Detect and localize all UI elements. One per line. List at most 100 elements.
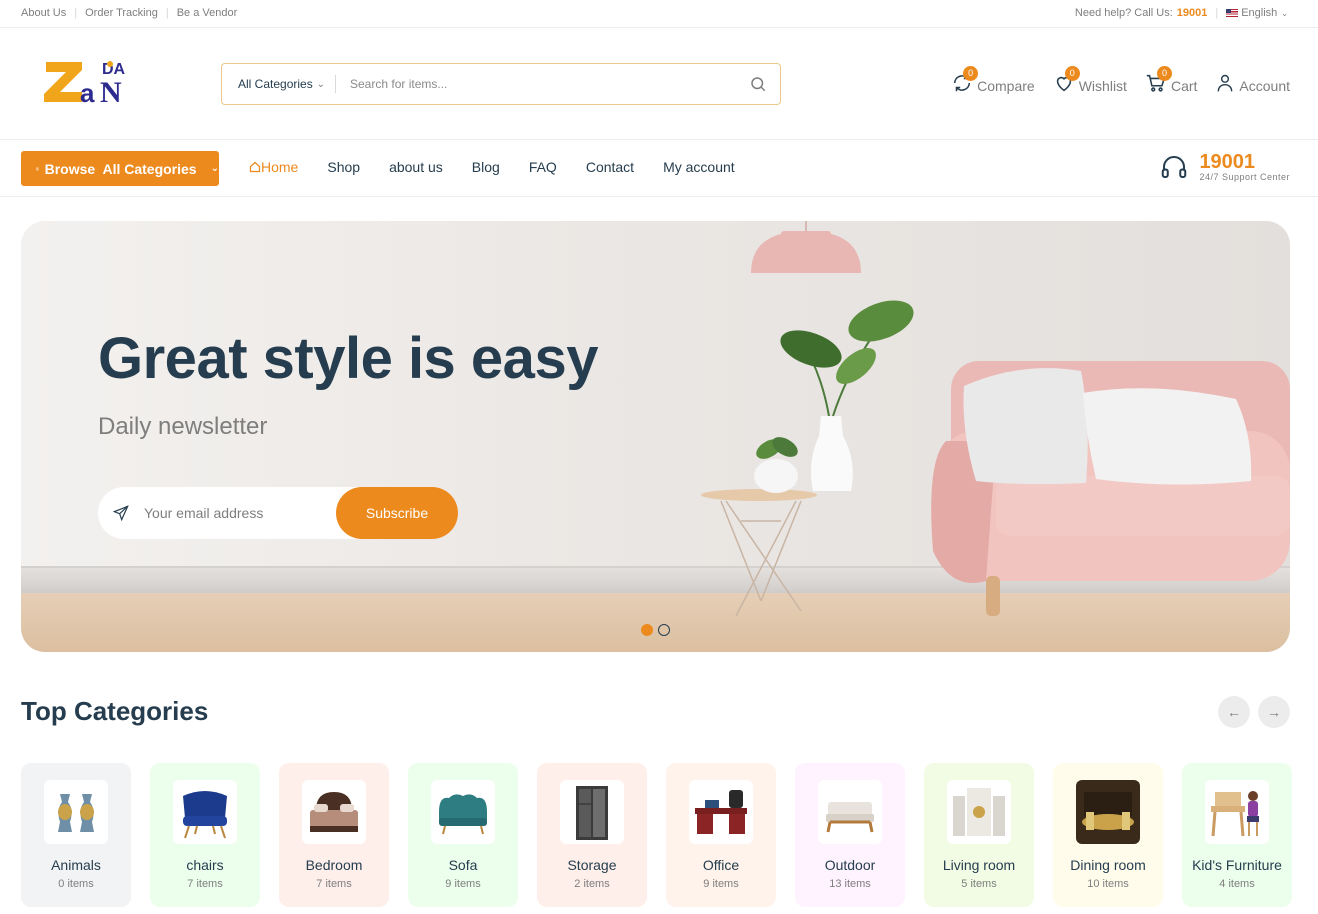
- hero-title: Great style is easy: [98, 326, 598, 391]
- slide-dot-1[interactable]: [641, 624, 653, 636]
- category-card[interactable]: chairs 7 items: [150, 763, 260, 907]
- search-bar: All Categories ⌄: [221, 63, 781, 105]
- search-category-label: All Categories: [238, 77, 313, 91]
- top-links: About Us | Order Tracking | Be a Vendor: [21, 7, 238, 19]
- nav-item-about-us[interactable]: about us: [389, 159, 443, 175]
- category-image: [947, 780, 1011, 844]
- language-selector[interactable]: English: [1241, 7, 1277, 19]
- home-icon: [249, 161, 261, 173]
- category-image: [818, 780, 882, 844]
- search-input[interactable]: [336, 64, 736, 104]
- category-image: [431, 780, 495, 844]
- nav-item-blog[interactable]: Blog: [472, 159, 500, 175]
- category-count: 7 items: [316, 878, 352, 890]
- compare-button[interactable]: 0 Compare: [951, 66, 1035, 94]
- category-name: Kid's Furniture: [1192, 857, 1282, 873]
- cart-button[interactable]: 0 Cart: [1145, 66, 1197, 94]
- search-icon: [751, 77, 766, 92]
- help-text: Need help? Call Us:: [1074, 7, 1173, 19]
- logo[interactable]: a N DA: [44, 58, 144, 108]
- category-image: [44, 780, 108, 844]
- subscribe-button[interactable]: Subscribe: [336, 487, 458, 539]
- category-count: 2 items: [574, 878, 610, 890]
- category-count: 4 items: [1219, 878, 1255, 890]
- category-card[interactable]: Kid's Furniture 4 items: [1182, 763, 1292, 907]
- category-card[interactable]: Storage 2 items: [537, 763, 647, 907]
- next-arrow-button[interactable]: →: [1258, 696, 1290, 728]
- category-image: [1076, 780, 1140, 844]
- be-a-vendor-link[interactable]: Be a Vendor: [177, 7, 238, 19]
- svg-text:N: N: [100, 76, 122, 108]
- header: a N DA All Categories ⌄ 0 Compare 0 Wish…: [0, 28, 1318, 140]
- category-image: [689, 780, 753, 844]
- support-number[interactable]: 19001: [1199, 152, 1290, 172]
- account-button[interactable]: Account: [1215, 72, 1290, 94]
- user-icon: [1218, 74, 1233, 92]
- category-count: 9 items: [445, 878, 481, 890]
- category-card[interactable]: Dining room 10 items: [1053, 763, 1163, 907]
- newsletter-form: Subscribe: [98, 487, 458, 539]
- hero-banner: Great style is easy Daily newsletter Sub…: [21, 221, 1290, 652]
- wishlist-button[interactable]: 0 Wishlist: [1053, 66, 1127, 94]
- prev-arrow-button[interactable]: ←: [1218, 696, 1250, 728]
- about-us-link[interactable]: About Us: [21, 7, 66, 19]
- top-help: Need help? Call Us: 19001 | English ⌄: [1074, 7, 1288, 19]
- category-image: [302, 780, 366, 844]
- wishlist-count: 0: [1064, 66, 1080, 81]
- category-card[interactable]: Living room 5 items: [924, 763, 1034, 907]
- category-name: Storage: [567, 857, 617, 873]
- compare-count: 0: [963, 66, 979, 81]
- category-card[interactable]: Sofa 9 items: [408, 763, 518, 907]
- compare-label: Compare: [977, 78, 1035, 94]
- category-image: [560, 780, 624, 844]
- chevron-down-icon: ⌄: [210, 163, 219, 174]
- order-tracking-link[interactable]: Order Tracking: [85, 7, 158, 19]
- category-name: chairs: [186, 857, 224, 873]
- search-button[interactable]: [736, 75, 780, 93]
- category-card[interactable]: Bedroom 7 items: [279, 763, 389, 907]
- category-name: Animals: [51, 857, 101, 873]
- svg-text:a: a: [80, 78, 95, 108]
- category-count: 13 items: [829, 878, 871, 890]
- category-count: 5 items: [961, 878, 997, 890]
- category-count: 9 items: [703, 878, 739, 890]
- category-count: 10 items: [1087, 878, 1129, 890]
- category-image: [1205, 780, 1269, 844]
- chevron-down-icon: ⌄: [316, 78, 325, 90]
- nav-item-faq[interactable]: FAQ: [529, 159, 557, 175]
- nav-item-home[interactable]: Home: [249, 159, 298, 175]
- category-count: 7 items: [187, 878, 223, 890]
- newsletter-email-input[interactable]: [144, 487, 336, 539]
- category-card[interactable]: Office 9 items: [666, 763, 776, 907]
- main-nav: Browse All Categories ⌄ Home Shop about …: [0, 140, 1318, 197]
- grid-icon: [36, 167, 39, 170]
- category-list: Animals 0 items chairs 7 items Bedroom 7…: [21, 763, 1292, 907]
- nav-item-my-account[interactable]: My account: [663, 159, 735, 175]
- headphones-icon: [1162, 156, 1187, 178]
- send-icon: [98, 505, 144, 521]
- category-card[interactable]: Outdoor 13 items: [795, 763, 905, 907]
- cart-count: 0: [1156, 66, 1172, 81]
- nav-item-contact[interactable]: Contact: [586, 159, 634, 175]
- us-flag-icon: [1226, 9, 1239, 17]
- category-card[interactable]: Animals 0 items: [21, 763, 131, 907]
- nav-menu: Home Shop about us Blog FAQ Contact My a…: [249, 159, 764, 175]
- search-category-select[interactable]: All Categories ⌄: [222, 75, 336, 93]
- slider-dots: [641, 624, 670, 636]
- slide-dot-2[interactable]: [658, 624, 670, 636]
- category-count: 0 items: [58, 878, 94, 890]
- category-name: Bedroom: [305, 857, 363, 873]
- category-name: Office: [702, 857, 740, 873]
- browse-categories-button[interactable]: Browse All Categories ⌄: [21, 151, 219, 186]
- wishlist-label: Wishlist: [1078, 78, 1127, 94]
- category-image: [173, 780, 237, 844]
- category-name: Dining room: [1070, 857, 1146, 873]
- help-phone[interactable]: 19001: [1177, 7, 1208, 19]
- arrow-left-icon: ←: [1227, 704, 1241, 720]
- nav-item-shop[interactable]: Shop: [327, 159, 360, 175]
- support-center: 19001 24/7 Support Center: [1159, 152, 1290, 182]
- chevron-down-icon[interactable]: ⌄: [1281, 9, 1288, 18]
- hero-subtitle: Daily newsletter: [98, 413, 268, 440]
- browse-label: Browse All Categories: [44, 160, 197, 177]
- account-label: Account: [1239, 78, 1290, 94]
